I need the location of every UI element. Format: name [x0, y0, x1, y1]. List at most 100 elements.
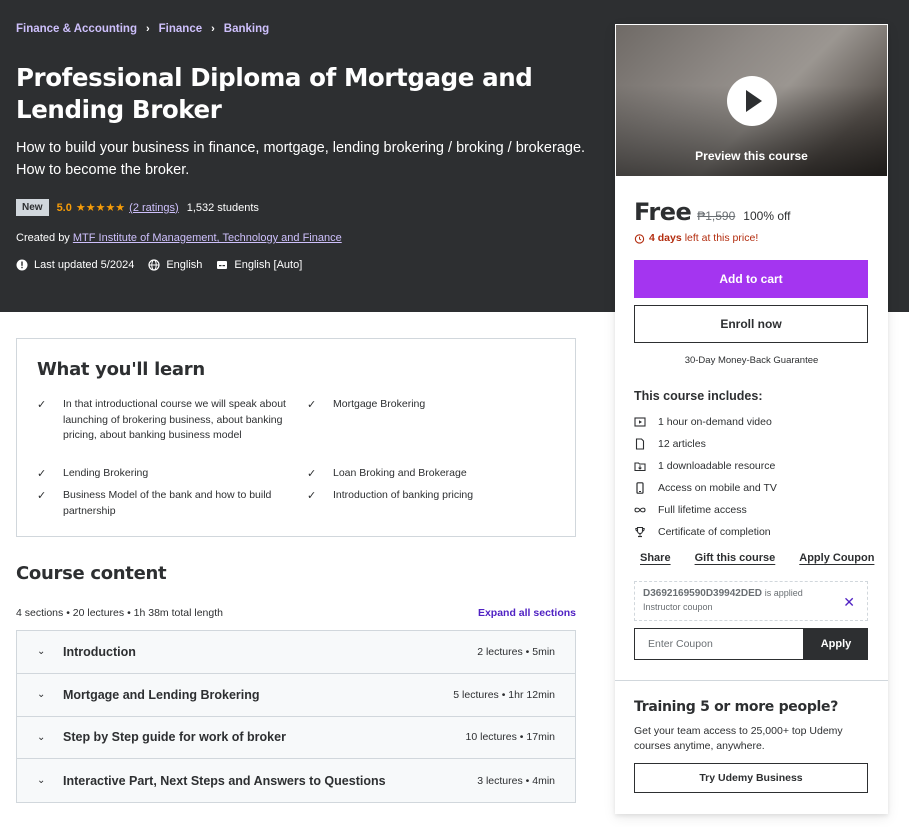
section-name: Mortgage and Lending Brokering — [63, 687, 260, 702]
language-text: English — [166, 259, 203, 271]
add-to-cart-button[interactable]: Add to cart — [634, 260, 868, 298]
coupon-input[interactable]: Enter Coupon — [634, 628, 804, 660]
section-stats: 5 lectures • 1hr 12min — [453, 688, 555, 701]
learn-item-text: Lending Brokering — [63, 467, 149, 479]
curriculum-section[interactable]: ⌄ Mortgage and Lending Brokering 5 lectu… — [17, 673, 575, 717]
includes-item: Certificate of completion — [634, 521, 777, 543]
learn-item-text: Business Model of the bank and how to bu… — [63, 489, 272, 517]
discount-percent: 100% off — [743, 209, 791, 223]
includes-item: Full lifetime access — [634, 499, 777, 521]
section-title: What you'll learn — [37, 359, 205, 380]
enroll-now-button[interactable]: Enroll now — [634, 305, 868, 343]
try-udemy-business-button[interactable]: Try Udemy Business — [634, 763, 868, 793]
course-preview-video[interactable]: Preview this course — [615, 24, 888, 177]
business-title: Training 5 or more people? — [634, 699, 839, 715]
breadcrumb: Finance & Accounting › Finance › Banking — [16, 23, 269, 35]
learn-item: ✓ In that introductional course we will … — [37, 397, 289, 444]
learn-item-text: Loan Broking and Brokerage — [333, 467, 467, 479]
check-icon: ✓ — [307, 399, 317, 411]
section-stats: 2 lectures • 5min — [477, 645, 555, 658]
language: English — [148, 259, 202, 271]
includes-item: Access on mobile and TV — [634, 477, 777, 499]
breadcrumb-item[interactable]: Finance — [159, 23, 202, 35]
learn-item-text: In that introductional course we will sp… — [63, 398, 286, 441]
chevron-down-icon: ⌄ — [37, 689, 46, 701]
learn-item: ✓ Introduction of banking pricing — [307, 488, 557, 504]
coupon-applied-text: is applied — [764, 588, 803, 598]
video-icon — [634, 417, 646, 427]
includes-list: 1 hour on-demand video 12 articles 1 dow… — [634, 411, 777, 543]
check-icon: ✓ — [37, 399, 47, 411]
course-info-row: Last updated 5/2024 English English [Aut… — [16, 259, 316, 271]
learn-item: ✓ Loan Broking and Brokerage — [307, 466, 557, 482]
file-icon — [635, 438, 645, 450]
play-icon[interactable] — [727, 76, 777, 126]
curriculum-section[interactable]: ⌄ Introduction 2 lectures • 5min — [17, 631, 575, 674]
check-icon: ✓ — [37, 490, 47, 502]
section-name: Introduction — [63, 644, 136, 659]
ratings-link[interactable]: (2 ratings) — [129, 202, 179, 214]
preview-label: Preview this course — [695, 149, 808, 163]
last-updated-text: Last updated 5/2024 — [34, 259, 135, 271]
check-icon: ✓ — [307, 490, 317, 502]
gift-course-link[interactable]: Gift this course — [695, 552, 776, 564]
course-content-summary: 4 sections • 20 lectures • 1h 38m total … — [16, 607, 223, 619]
timer-days: 4 days — [649, 232, 682, 244]
share-link[interactable]: Share — [640, 552, 671, 564]
includes-item-label: 12 articles — [658, 438, 706, 450]
purchase-card: Preview this course Free ₱1,590 100% off… — [615, 24, 888, 814]
what-you-will-learn: What you'll learn ✓ In that introduction… — [16, 338, 576, 537]
original-price: ₱1,590 — [697, 209, 736, 223]
last-updated: Last updated 5/2024 — [16, 259, 134, 271]
learn-item-text: Introduction of banking pricing — [333, 489, 474, 501]
globe-icon — [148, 259, 160, 271]
current-price: Free — [634, 198, 692, 226]
breadcrumb-item[interactable]: Banking — [224, 23, 269, 35]
price-timer: 4 days left at this price! — [634, 232, 758, 244]
rating-value: 5.0 — [56, 201, 72, 214]
coupon-source: Instructor coupon — [643, 602, 713, 612]
includes-item: 1 downloadable resource — [634, 455, 777, 477]
coupon-code-value: D3692169590D39942DED — [643, 588, 762, 599]
course-content-title: Course content — [16, 563, 167, 584]
curriculum-sections: ⌄ Introduction 2 lectures • 5min ⌄ Mortg… — [16, 630, 576, 803]
includes-title: This course includes: — [634, 389, 763, 403]
expand-all-sections-button[interactable]: Expand all sections — [478, 607, 576, 619]
course-title: Professional Diploma of Mortgage and Len… — [16, 63, 533, 124]
includes-item-label: 1 downloadable resource — [658, 460, 776, 472]
close-icon[interactable]: ✕ — [843, 594, 855, 611]
chevron-right-icon: › — [145, 23, 150, 35]
curriculum-section[interactable]: ⌄ Step by Step guide for work of broker … — [17, 716, 575, 760]
check-icon: ✓ — [37, 468, 47, 480]
section-name: Interactive Part, Next Steps and Answers… — [63, 773, 386, 788]
check-icon: ✓ — [307, 468, 317, 480]
mobile-icon — [636, 482, 644, 494]
divider — [615, 680, 888, 681]
breadcrumb-item[interactable]: Finance & Accounting — [16, 23, 137, 35]
section-name: Step by Step guide for work of broker — [63, 730, 286, 745]
timer-text: left at this price! — [684, 232, 759, 244]
chevron-down-icon: ⌄ — [37, 775, 46, 787]
created-by-label: Created by — [16, 232, 70, 244]
includes-item: 12 articles — [634, 433, 777, 455]
includes-item-label: Full lifetime access — [658, 504, 747, 516]
instructor-link[interactable]: MTF Institute of Management, Technology … — [73, 232, 342, 244]
price-row: Free ₱1,590 100% off — [634, 198, 790, 226]
card-links: Share Gift this course Apply Coupon — [640, 552, 874, 564]
apply-coupon-link[interactable]: Apply Coupon — [799, 552, 874, 564]
curriculum-section[interactable]: ⌄ Interactive Part, Next Steps and Answe… — [17, 759, 575, 802]
alert-badge-icon — [16, 259, 28, 271]
business-text: Get your team access to 25,000+ top Udem… — [634, 725, 843, 752]
trophy-icon — [635, 526, 645, 538]
students-count: 1,532 students — [186, 201, 259, 214]
alarm-clock-icon — [634, 233, 645, 244]
includes-item: 1 hour on-demand video — [634, 411, 777, 433]
learn-item: ✓ Business Model of the bank and how to … — [37, 488, 289, 519]
includes-item-label: Access on mobile and TV — [658, 482, 777, 494]
chevron-down-icon: ⌄ — [37, 646, 46, 658]
star-rating-icon: ★★★★★ — [75, 202, 126, 214]
apply-coupon-button[interactable]: Apply — [804, 628, 868, 660]
download-icon — [634, 462, 646, 472]
captions: English [Auto] — [216, 259, 302, 271]
chevron-down-icon: ⌄ — [37, 731, 46, 743]
